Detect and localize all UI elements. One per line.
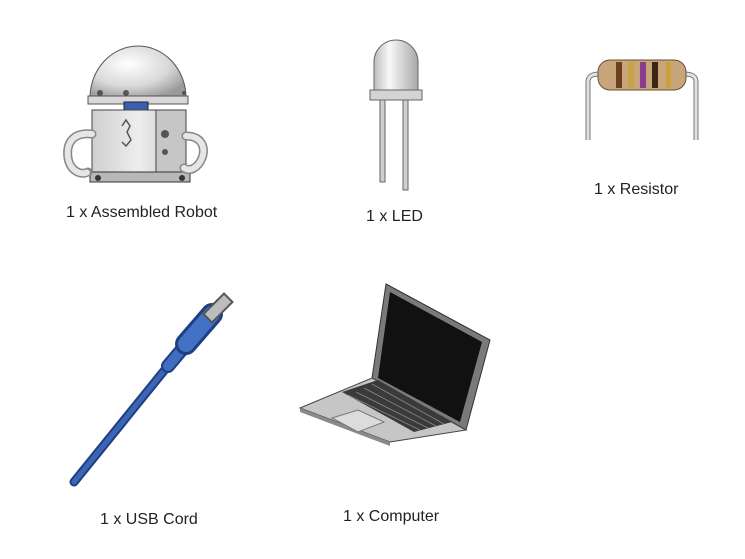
- robot-label: 1 x Assembled Robot: [66, 204, 218, 221]
- robot-icon: [63, 45, 208, 183]
- resistor-label: 1 x Resistor: [594, 181, 679, 198]
- resistor-icon: [585, 59, 699, 140]
- laptop-label: 1 x Computer: [343, 508, 440, 525]
- usb-cord-label: 1 x USB Cord: [100, 511, 198, 528]
- led-label: 1 x LED: [366, 208, 423, 225]
- usb-cord-icon: [69, 292, 234, 487]
- led-icon: [369, 39, 423, 191]
- laptop-icon: [298, 283, 491, 446]
